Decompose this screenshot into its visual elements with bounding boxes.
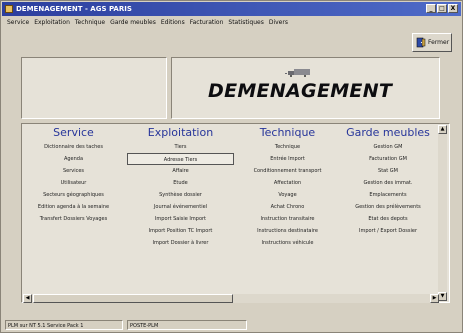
app-icon	[5, 5, 13, 13]
status-station: POSTE-PLM	[127, 320, 247, 330]
minimize-button[interactable]: _	[426, 4, 436, 13]
vertical-scrollbar[interactable]: ▲ ▼	[438, 125, 447, 301]
list-item[interactable]: Instructions destinataire	[240, 225, 335, 237]
exit-door-icon	[416, 37, 426, 48]
garde-meubles-header: Garde meubles	[346, 126, 430, 139]
scroll-down-icon[interactable]: ▼	[438, 292, 447, 301]
maximize-button[interactable]: □	[437, 4, 447, 13]
list-item[interactable]: Import / Export Dossier	[342, 225, 434, 237]
list-item[interactable]: Stat GM	[342, 165, 434, 177]
list-item[interactable]: Tiers	[127, 141, 234, 153]
list-item[interactable]: Edition agenda à la semaine	[26, 201, 121, 213]
scroll-up-icon[interactable]: ▲	[438, 125, 447, 134]
service-column: Service Dictionnaire des taches Agenda S…	[26, 125, 121, 225]
list-item[interactable]: Gestion GM	[342, 141, 434, 153]
list-item-focused[interactable]: Adresse Tiers	[127, 153, 234, 165]
list-item[interactable]: Journal événementiel	[127, 201, 234, 213]
list-item[interactable]: Import Position TC Import	[127, 225, 234, 237]
status-os: PLM sur NT 5.1 Service Pack 1	[5, 320, 123, 330]
truck-icon	[285, 69, 310, 77]
title-bar[interactable]: DEMENAGEMENT - AGS PARIS _ □ X	[2, 2, 461, 16]
exploitation-column: Exploitation Tiers Adresse Tiers Affaire…	[127, 125, 234, 249]
list-item[interactable]: Dictionnaire des taches	[26, 141, 121, 153]
scroll-left-icon[interactable]: ◀	[23, 294, 32, 303]
list-item[interactable]: Affectation	[240, 177, 335, 189]
application-window: DEMENAGEMENT - AGS PARIS _ □ X Service E…	[0, 0, 463, 333]
close-window-button[interactable]: X	[448, 4, 458, 13]
menu-editions[interactable]: Editions	[161, 17, 185, 29]
menu-bar: Service Exploitation Technique Garde meu…	[3, 17, 462, 29]
menu-statistiques[interactable]: Statistiques	[228, 17, 263, 29]
menu-facturation[interactable]: Facturation	[190, 17, 224, 29]
technique-header: Technique	[259, 126, 316, 139]
exploitation-header: Exploitation	[147, 126, 214, 139]
list-item[interactable]: Entrée Import	[240, 153, 335, 165]
menu-technique[interactable]: Technique	[75, 17, 105, 29]
list-item[interactable]: Synthèse dossier	[127, 189, 234, 201]
list-item[interactable]: Voyage	[240, 189, 335, 201]
list-item[interactable]: Etat des depots	[342, 213, 434, 225]
list-item[interactable]: Technique	[240, 141, 335, 153]
window-title: DEMENAGEMENT - AGS PARIS	[16, 5, 132, 13]
menu-garde-meubles[interactable]: Garde meubles	[110, 17, 156, 29]
list-item[interactable]: Utilisateur	[26, 177, 121, 189]
list-item[interactable]: Agenda	[26, 153, 121, 165]
module-menu-panel: Service Dictionnaire des taches Agenda S…	[21, 123, 450, 303]
brand-title: DEMENAGEMENT	[208, 80, 393, 102]
list-item[interactable]: Transfert Dossiers Voyages	[26, 213, 121, 225]
list-item[interactable]: Etude	[127, 177, 234, 189]
logo-panel	[21, 57, 167, 119]
list-item[interactable]: Instructions véhicule	[240, 237, 335, 249]
list-item[interactable]: Achat Chrono	[240, 201, 335, 213]
menu-exploitation[interactable]: Exploitation	[34, 17, 70, 29]
list-item[interactable]: Gestion des immat.	[342, 177, 434, 189]
scroll-thumb[interactable]	[33, 294, 233, 303]
horizontal-scrollbar[interactable]: ◀ ▶	[23, 294, 439, 303]
list-item[interactable]: Secteurs géographiques	[26, 189, 121, 201]
scroll-right-icon[interactable]: ▶	[430, 294, 439, 303]
list-item[interactable]: Emplacements	[342, 189, 434, 201]
status-bar: PLM sur NT 5.1 Service Pack 1 POSTE-PLM	[3, 319, 462, 331]
list-item[interactable]: Gestion des prélèvements	[342, 201, 434, 213]
list-item[interactable]: Instruction transitaire	[240, 213, 335, 225]
service-header: Service	[53, 126, 94, 139]
technique-column: Technique Technique Entrée Import Condit…	[240, 125, 335, 249]
brand-panel: DEMENAGEMENT	[171, 57, 440, 119]
toolbar: Fermer	[9, 31, 458, 55]
list-item[interactable]: Import Saisie Import	[127, 213, 234, 225]
menu-service[interactable]: Service	[7, 17, 29, 29]
menu-divers[interactable]: Divers	[269, 17, 288, 29]
list-item[interactable]: Import Dossier à livrer	[127, 237, 234, 249]
list-item[interactable]: Services	[26, 165, 121, 177]
garde-meubles-column: Garde meubles Gestion GM Facturation GM …	[342, 125, 434, 237]
list-item[interactable]: Affaire	[127, 165, 234, 177]
fermer-button[interactable]: Fermer	[412, 33, 452, 52]
list-item[interactable]: Conditionnement transport	[240, 165, 335, 177]
fermer-label: Fermer	[428, 39, 450, 46]
list-item[interactable]: Facturation GM	[342, 153, 434, 165]
